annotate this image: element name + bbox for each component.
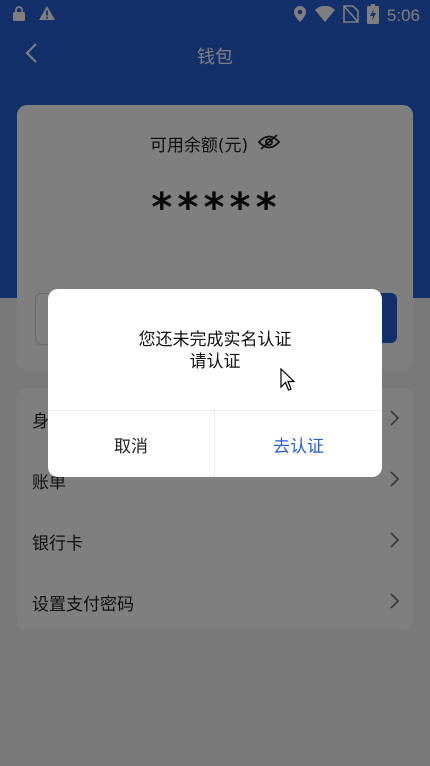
- dialog-message: 您还未完成实名认证 请认证: [48, 329, 382, 373]
- mouse-cursor-icon: [280, 367, 296, 392]
- cancel-button[interactable]: 取消: [48, 411, 214, 477]
- dialog-message-line1: 您还未完成实名认证: [138, 330, 292, 350]
- dialog-message-line2: 请认证: [189, 352, 241, 372]
- go-verify-button[interactable]: 去认证: [215, 411, 382, 477]
- verification-dialog: 您还未完成实名认证 请认证 取消 去认证: [48, 289, 382, 477]
